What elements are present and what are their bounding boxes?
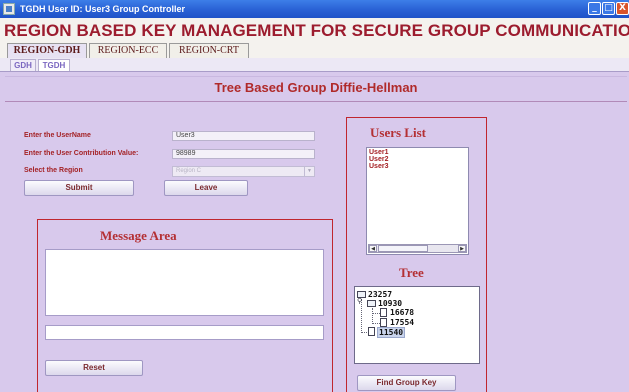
horizontal-scrollbar[interactable]: ◀ ▶	[368, 244, 467, 253]
tree-node-leaf[interactable]: 17554	[390, 318, 414, 327]
scroll-left-icon[interactable]: ◀	[369, 245, 377, 252]
tab-region-ecc[interactable]: REGION-ECC	[89, 43, 167, 58]
tree-connector	[372, 308, 373, 324]
contribution-label: Enter the User Contribution Value:	[24, 150, 139, 157]
tree-node-leaf-selected[interactable]: 11540	[377, 327, 406, 338]
application-window: TGDH User ID: User3 Group Controller _ □…	[0, 0, 629, 392]
region-select[interactable]: Region C ▼	[172, 166, 315, 177]
close-button[interactable]: X	[616, 2, 629, 15]
username-field[interactable]: User3	[172, 131, 315, 141]
message-area-title: Message Area	[100, 228, 177, 243]
app-icon	[3, 3, 15, 15]
tab-region-gdh[interactable]: REGION-GDH	[7, 43, 87, 58]
tree-node-leaf[interactable]: 16678	[390, 308, 414, 317]
tab-region-crt[interactable]: REGION-CRT	[169, 43, 249, 58]
reset-button[interactable]: Reset	[45, 360, 143, 376]
message-area-panel: Message Area Reset	[37, 219, 333, 392]
folder-icon	[367, 300, 376, 307]
region-select-value: Region C	[176, 168, 202, 174]
file-icon	[368, 327, 375, 336]
find-group-key-button[interactable]: Find Group Key	[357, 375, 456, 391]
users-list[interactable]: User1 User2 User3 ◀ ▶	[366, 147, 469, 255]
users-list-title: Users List	[370, 125, 426, 140]
submit-button[interactable]: Submit	[24, 180, 134, 196]
region-tab-bar: REGION-GDH REGION-ECC REGION-CRT	[0, 42, 629, 58]
window-title: TGDH User ID: User3 Group Controller	[20, 4, 186, 14]
scroll-right-icon[interactable]: ▶	[458, 245, 466, 252]
section-banner: Tree Based Group Diffie-Hellman	[5, 76, 627, 102]
file-icon	[380, 318, 387, 327]
message-textarea[interactable]	[45, 249, 324, 316]
tab-gdh[interactable]: GDH	[10, 59, 36, 71]
leave-button[interactable]: Leave	[164, 180, 248, 196]
page-title: REGION BASED KEY MANAGEMENT FOR SECURE G…	[4, 21, 629, 40]
file-icon	[380, 308, 387, 317]
protocol-tab-bar: GDH TGDH	[0, 58, 629, 72]
list-item[interactable]: User1	[369, 149, 388, 156]
title-bar[interactable]: TGDH User ID: User3 Group Controller _ □…	[0, 0, 629, 18]
chevron-down-icon[interactable]: ▼	[304, 167, 314, 176]
scroll-thumb[interactable]	[378, 245, 428, 252]
users-panel: Users List User1 User2 User3 ◀ ▶ Tree 23…	[346, 117, 487, 392]
tree-node-root[interactable]: 23257	[368, 290, 392, 299]
region-label: Select the Region	[24, 167, 83, 174]
message-input[interactable]	[45, 325, 324, 340]
tree-title: Tree	[399, 265, 424, 280]
group-key-tree[interactable]: 23257 ⚲ 10930 16678 17554 11540	[354, 286, 480, 364]
maximize-button[interactable]: □	[602, 2, 615, 15]
expand-toggle-icon[interactable]: ⚲	[357, 297, 362, 305]
tree-connector	[372, 323, 380, 324]
app-header: REGION BASED KEY MANAGEMENT FOR SECURE G…	[0, 18, 629, 42]
list-item[interactable]: User3	[369, 163, 388, 170]
section-title: Tree Based Group Diffie-Hellman	[214, 80, 418, 95]
tab-tgdh[interactable]: TGDH	[38, 59, 70, 71]
list-item[interactable]: User2	[369, 156, 388, 163]
tree-connector	[372, 313, 380, 314]
contribution-field[interactable]: 98989	[172, 149, 315, 159]
tree-node-child[interactable]: 10930	[378, 299, 402, 308]
username-label: Enter the UserName	[24, 132, 91, 139]
minimize-button[interactable]: _	[588, 2, 601, 15]
